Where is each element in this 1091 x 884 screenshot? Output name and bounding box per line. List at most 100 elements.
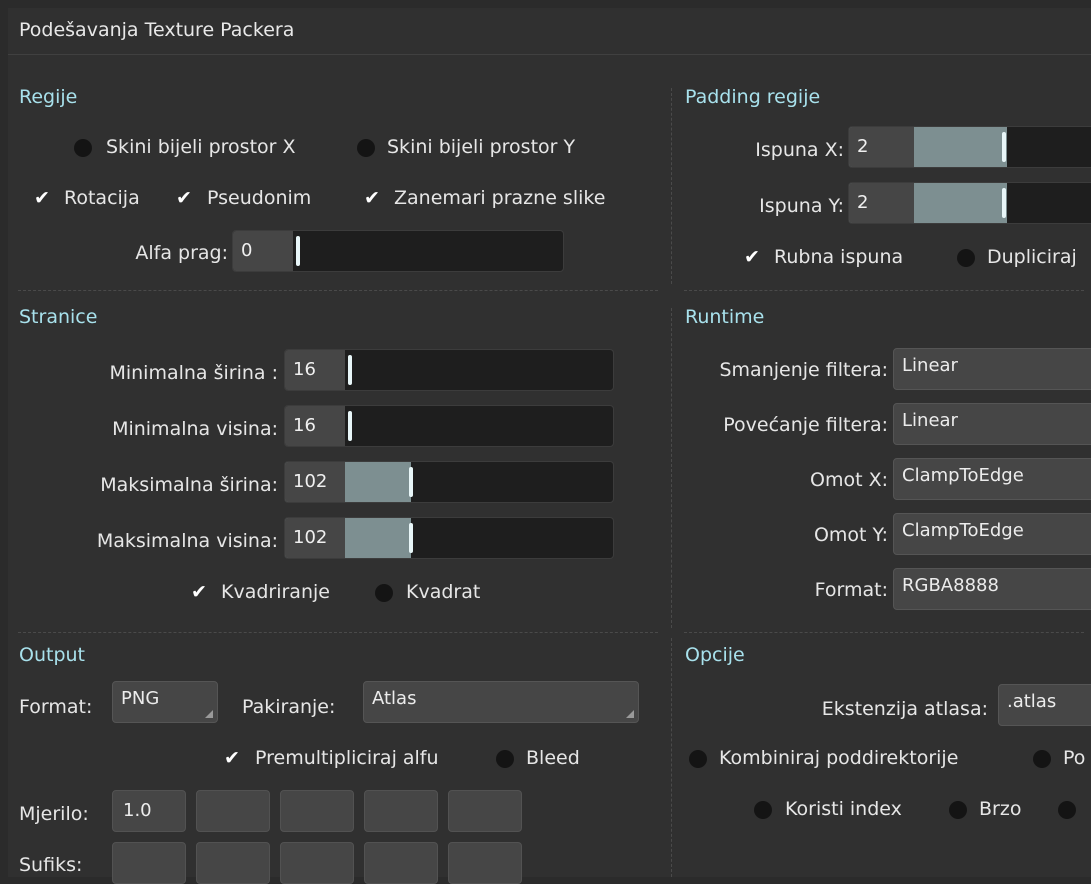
slider-thumb[interactable]	[296, 236, 300, 266]
min-width-slider[interactable]: 16	[284, 349, 614, 391]
suffix-input-3[interactable]	[280, 842, 354, 884]
section-heading-options: Opcije	[685, 644, 745, 666]
slider-value: 2	[857, 192, 869, 213]
slider-thumb[interactable]	[348, 411, 352, 441]
suffix-label: Sufiks:	[19, 854, 83, 876]
slider-value: 0	[241, 240, 253, 261]
min-filter-dropdown[interactable]: Linear	[893, 348, 1091, 390]
max-height-slider[interactable]: 102	[284, 517, 614, 559]
slider-value: 16	[293, 359, 316, 380]
checkbox-label: Skini bijeli prostor X	[106, 136, 296, 158]
checkbox-label: Dupliciraj	[987, 246, 1077, 268]
section-heading-padding: Padding regije	[685, 86, 821, 108]
wrap-y-label: Omot Y:	[813, 524, 888, 546]
section-divider	[18, 632, 658, 633]
checkbox-box[interactable]	[949, 801, 967, 819]
scale-input-4[interactable]	[364, 790, 438, 832]
texture-format-dropdown[interactable]: RGBA8888	[893, 568, 1091, 610]
wrap-y-dropdown[interactable]: ClampToEdge	[893, 513, 1091, 555]
packing-dropdown[interactable]: Atlas	[363, 681, 639, 723]
slider-thumb[interactable]	[409, 467, 413, 497]
suffix-input-4[interactable]	[364, 842, 438, 884]
texture-format-label: Format:	[814, 579, 888, 601]
checkbox-label: Brzo	[979, 798, 1022, 820]
atlas-extension-input[interactable]: .atlas	[998, 684, 1091, 726]
packing-label: Pakiranje:	[242, 696, 336, 718]
slider-thumb[interactable]	[1002, 188, 1006, 218]
scale-input-2[interactable]	[196, 790, 270, 832]
checkbox-box[interactable]	[1033, 750, 1051, 768]
max-width-slider[interactable]: 102	[284, 461, 614, 503]
wrap-x-label: Omot X:	[810, 469, 888, 491]
slider-value: 102	[293, 527, 328, 548]
section-divider	[684, 290, 1084, 291]
padding-x-slider[interactable]: 2	[848, 126, 1091, 168]
checkbox-box[interactable]	[689, 750, 707, 768]
section-heading-regions: Regije	[19, 86, 78, 108]
min-height-label: Minimalna visina:	[112, 418, 278, 440]
dropdown-value: Atlas	[372, 688, 417, 709]
checkbox-box[interactable]	[496, 750, 514, 768]
checkbox-label: Bleed	[526, 747, 580, 769]
column-divider	[671, 88, 672, 284]
title-bar: Podešavanja Texture Packera	[8, 8, 1091, 55]
dropdown-value: ClampToEdge	[902, 465, 1024, 486]
checkbox-box[interactable]	[754, 801, 772, 819]
checkbox-box[interactable]	[191, 581, 209, 603]
checkbox-label: Pseudonim	[207, 187, 312, 209]
scale-label: Mjerilo:	[19, 803, 89, 825]
output-format-label: Format:	[19, 696, 93, 718]
checkbox-label: Kvadriranje	[221, 581, 330, 603]
mag-filter-dropdown[interactable]: Linear	[893, 403, 1091, 445]
wrap-x-dropdown[interactable]: ClampToEdge	[893, 458, 1091, 500]
slider-thumb[interactable]	[348, 355, 352, 385]
dropdown-value: ClampToEdge	[902, 520, 1024, 541]
scale-input-1[interactable]: 1.0	[112, 790, 186, 832]
dropdown-arrow-icon	[626, 710, 634, 718]
checkbox-box[interactable]	[224, 747, 242, 769]
checkbox-box[interactable]	[74, 139, 92, 157]
dropdown-value: RGBA8888	[902, 575, 999, 596]
suffix-input-1[interactable]	[112, 842, 186, 884]
mag-filter-label: Povećanje filtera:	[723, 414, 888, 436]
checkbox-box[interactable]	[176, 187, 194, 209]
section-heading-pages: Stranice	[19, 306, 98, 328]
scale-input-3[interactable]	[280, 790, 354, 832]
checkbox-label: Zanemari prazne slike	[394, 187, 606, 209]
column-divider	[671, 638, 672, 877]
texture-packer-settings-window: Podešavanja Texture Packera Regije Skini…	[8, 8, 1091, 884]
section-divider	[684, 632, 1084, 633]
alpha-threshold-slider[interactable]: 0	[232, 230, 564, 272]
checkbox-box[interactable]	[1058, 801, 1076, 819]
checkbox-box[interactable]	[364, 187, 382, 209]
checkbox-label: Rotacija	[64, 187, 140, 209]
checkbox-label: Skini bijeli prostor Y	[387, 136, 576, 158]
section-divider	[18, 290, 658, 291]
column-divider	[671, 308, 672, 628]
slider-value: 2	[857, 136, 869, 157]
slider-thumb[interactable]	[1002, 132, 1006, 162]
checkbox-box[interactable]	[744, 246, 762, 268]
padding-y-slider[interactable]: 2	[848, 182, 1091, 224]
window-title: Podešavanja Texture Packera	[19, 19, 295, 41]
suffix-input-2[interactable]	[196, 842, 270, 884]
min-height-slider[interactable]: 16	[284, 405, 614, 447]
suffix-input-5[interactable]	[448, 842, 522, 884]
checkbox-box[interactable]	[34, 187, 52, 209]
atlas-extension-label: Ekstenzija atlasa:	[821, 698, 988, 720]
input-value: .atlas	[1007, 691, 1057, 712]
padding-y-label: Ispuna Y:	[759, 195, 844, 217]
dropdown-value: Linear	[902, 410, 958, 431]
output-format-dropdown[interactable]: PNG	[112, 681, 218, 723]
padding-x-label: Ispuna X:	[755, 139, 844, 161]
scale-input-5[interactable]	[448, 790, 522, 832]
checkbox-label: Po	[1063, 747, 1086, 769]
checkbox-box[interactable]	[957, 249, 975, 267]
checkbox-box[interactable]	[357, 139, 375, 157]
section-heading-output: Output	[19, 644, 85, 666]
slider-thumb[interactable]	[409, 523, 413, 553]
slider-value: 102	[293, 471, 328, 492]
dropdown-arrow-icon	[205, 710, 213, 718]
checkbox-label: Kvadrat	[406, 581, 481, 603]
checkbox-box[interactable]	[375, 584, 393, 602]
